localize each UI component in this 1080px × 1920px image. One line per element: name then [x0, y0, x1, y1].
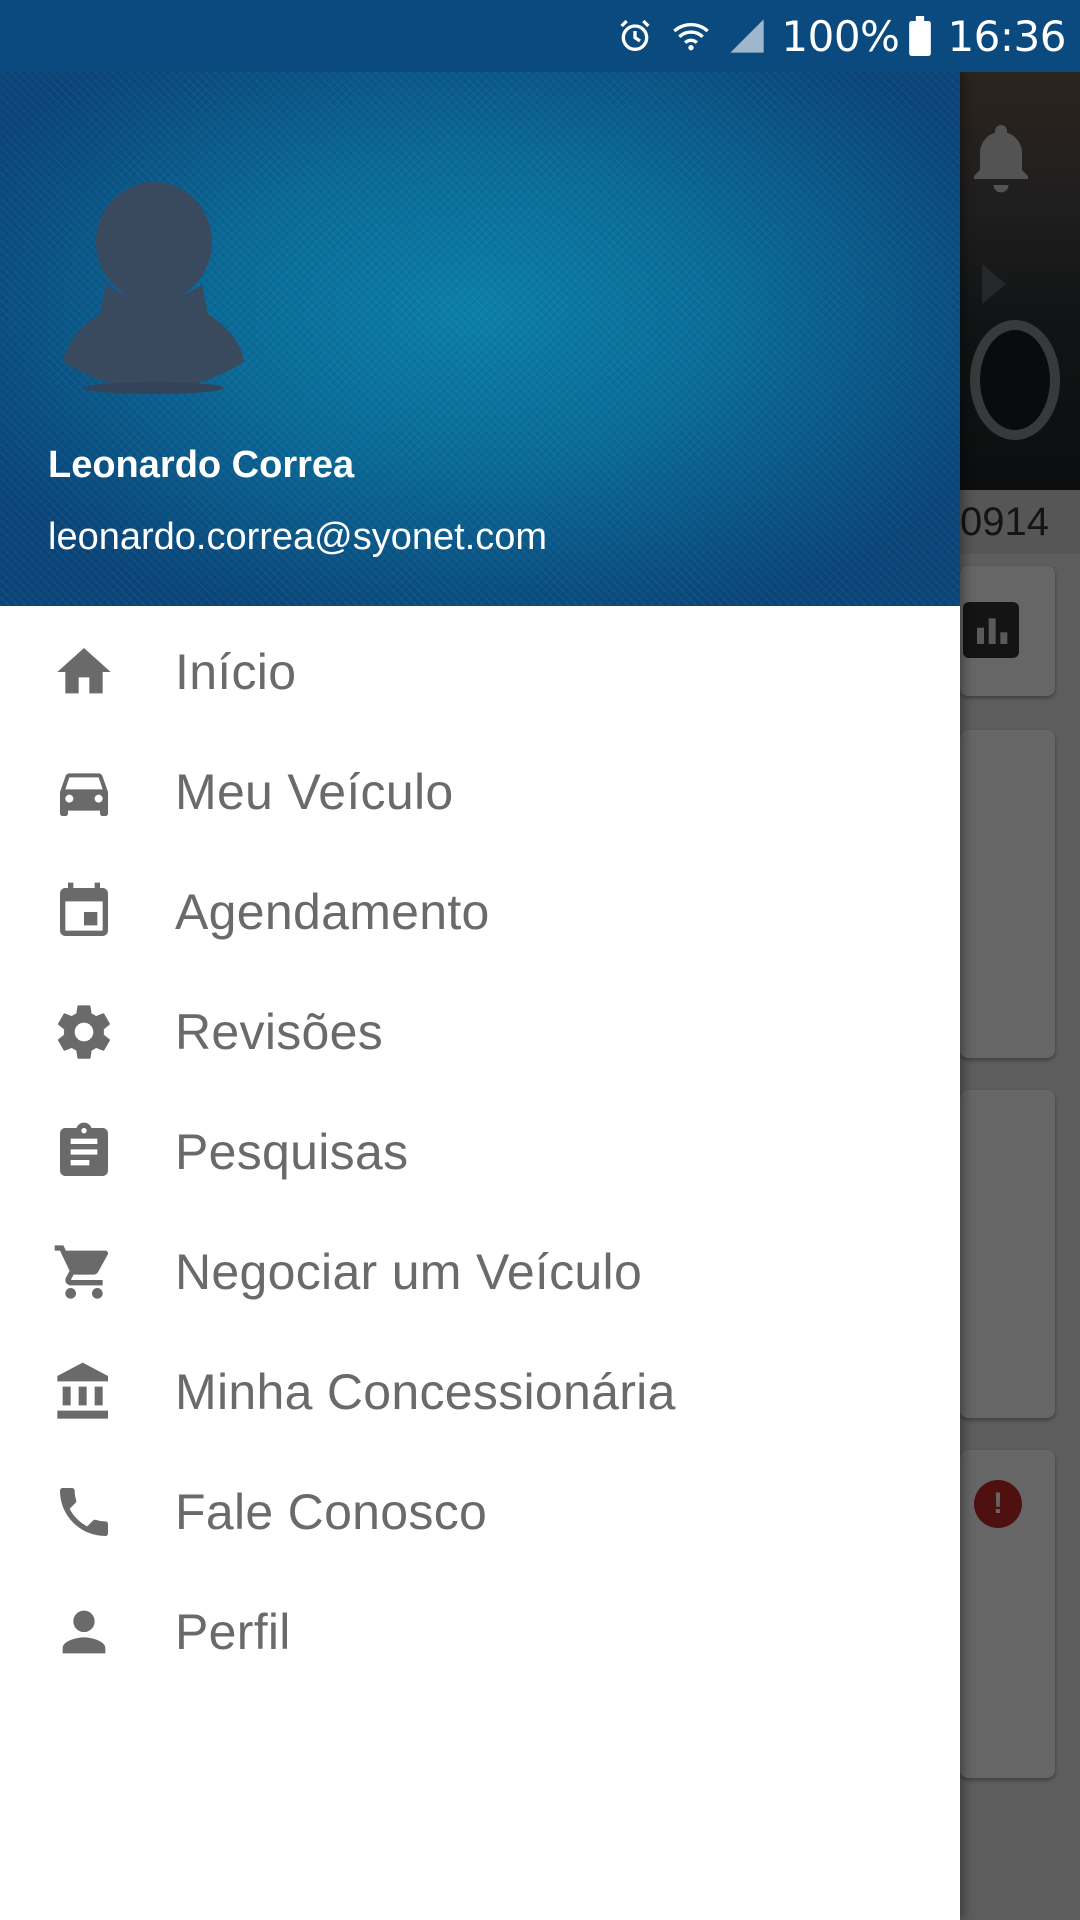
drawer-menu: Início Meu Veículo Agendamento Revisões … — [0, 606, 960, 1692]
menu-item-perfil[interactable]: Perfil — [0, 1572, 960, 1692]
phone-icon — [52, 1480, 116, 1544]
menu-item-meu-veiculo[interactable]: Meu Veículo — [0, 732, 960, 852]
menu-item-pesquisas[interactable]: Pesquisas — [0, 1092, 960, 1212]
menu-item-fale-conosco[interactable]: Fale Conosco — [0, 1452, 960, 1572]
home-icon — [52, 640, 116, 704]
cell-signal-icon — [727, 16, 767, 56]
clipboard-icon — [52, 1120, 116, 1184]
menu-item-label: Agendamento — [175, 884, 490, 940]
alarm-icon — [615, 16, 655, 56]
status-bar: 100% 16:36 — [0, 0, 1080, 72]
car-icon — [52, 760, 116, 824]
gear-icon — [52, 1000, 116, 1064]
menu-item-revisoes[interactable]: Revisões — [0, 972, 960, 1092]
menu-item-label: Minha Concessionária — [175, 1364, 676, 1420]
clock: 16:36 — [947, 11, 1066, 61]
drawer-header: Leonardo Correa leonardo.correa@syonet.c… — [0, 72, 960, 606]
menu-item-minha-concessionaria[interactable]: Minha Concessionária — [0, 1332, 960, 1452]
menu-item-agendamento[interactable]: Agendamento — [0, 852, 960, 972]
calendar-icon — [52, 880, 116, 944]
menu-item-inicio[interactable]: Início — [0, 612, 960, 732]
menu-item-label: Início — [175, 644, 297, 700]
battery-icon — [907, 16, 933, 56]
menu-item-label: Pesquisas — [175, 1124, 409, 1180]
navigation-drawer: Leonardo Correa leonardo.correa@syonet.c… — [0, 72, 960, 1920]
user-email: leonardo.correa@syonet.com — [48, 516, 548, 558]
bank-icon — [52, 1360, 116, 1424]
user-name: Leonardo Correa — [48, 444, 355, 486]
menu-item-label: Fale Conosco — [175, 1484, 488, 1540]
menu-item-label: Meu Veículo — [175, 764, 454, 820]
menu-item-negociar-veiculo[interactable]: Negociar um Veículo — [0, 1212, 960, 1332]
menu-item-label: Negociar um Veículo — [175, 1244, 643, 1300]
wifi-icon — [671, 16, 711, 56]
person-icon — [52, 1600, 116, 1664]
battery-percent: 100% — [781, 11, 900, 61]
menu-item-label: Revisões — [175, 1004, 384, 1060]
menu-item-label: Perfil — [175, 1604, 291, 1660]
avatar-icon[interactable] — [64, 182, 244, 402]
cart-icon — [52, 1240, 116, 1304]
